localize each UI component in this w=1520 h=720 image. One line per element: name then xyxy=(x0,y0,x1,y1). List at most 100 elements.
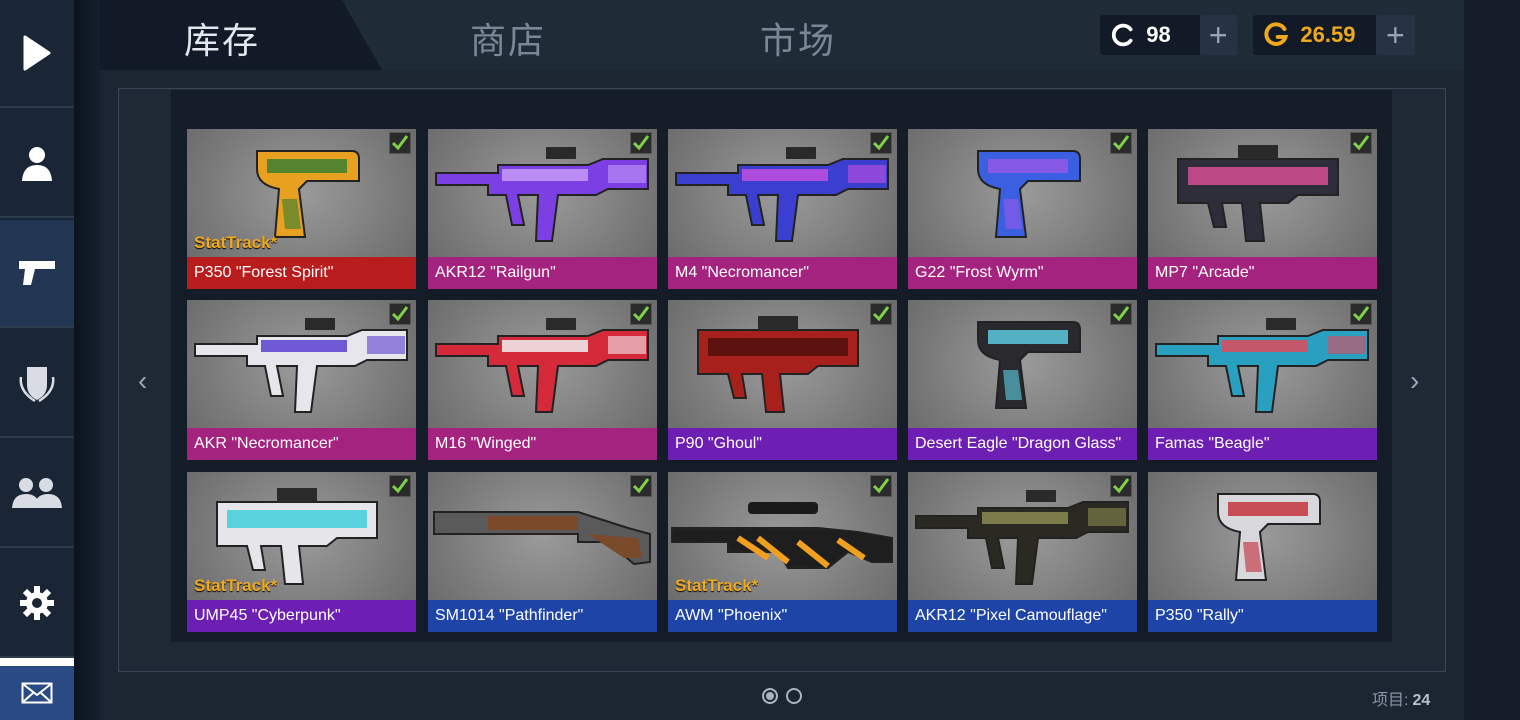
sidebar-item-play[interactable] xyxy=(0,0,74,108)
gold-counter: 26.59 + xyxy=(1253,15,1415,55)
item-name: AKR "Necromancer" xyxy=(187,428,416,460)
mail-indicator xyxy=(0,658,74,666)
weapon-image xyxy=(1155,318,1369,413)
weapon-image xyxy=(433,511,651,566)
equipped-checkbox[interactable] xyxy=(1350,303,1372,325)
equipped-checkbox[interactable] xyxy=(389,475,411,497)
page-dot-1[interactable] xyxy=(762,688,778,704)
equipped-checkbox[interactable] xyxy=(630,475,652,497)
next-page-arrow[interactable]: › xyxy=(1410,365,1419,397)
checkmark-icon xyxy=(1112,135,1130,151)
checkmark-icon xyxy=(1352,306,1370,322)
credits-counter: 98 + xyxy=(1100,15,1237,55)
item-count-label: 项目: xyxy=(1372,692,1409,709)
item-name: Desert Eagle "Dragon Glass" xyxy=(908,428,1137,460)
item-card[interactable]: StatTrack* UMP45 "Cyberpunk" xyxy=(187,472,416,632)
item-count-value: 24 xyxy=(1412,692,1431,709)
checkmark-icon xyxy=(391,306,409,322)
weapon-image xyxy=(1217,493,1321,581)
equipped-checkbox[interactable] xyxy=(1350,132,1372,154)
item-card[interactable]: AKR12 "Railgun" xyxy=(428,129,657,289)
equipped-checkbox[interactable] xyxy=(870,475,892,497)
item-name: P350 "Forest Spirit" xyxy=(187,257,416,289)
item-name: M16 "Winged" xyxy=(428,428,657,460)
checkmark-icon xyxy=(391,135,409,151)
friends-icon xyxy=(12,478,62,508)
sidebar-item-mail[interactable] xyxy=(0,666,74,720)
weapon-image xyxy=(697,316,859,413)
checkmark-icon xyxy=(391,478,409,494)
item-card[interactable]: MP7 "Arcade" xyxy=(1148,129,1377,289)
checkmark-icon xyxy=(872,306,890,322)
page-indicator xyxy=(762,688,802,704)
add-credits-button[interactable]: + xyxy=(1199,15,1237,55)
sidebar-item-friends[interactable] xyxy=(0,440,74,548)
sidebar-shadow xyxy=(74,0,102,720)
sidebar-item-inventory[interactable] xyxy=(0,220,74,328)
shield-icon xyxy=(19,367,55,403)
weapon-image xyxy=(915,490,1129,585)
equipped-checkbox[interactable] xyxy=(1110,475,1132,497)
item-card[interactable]: SM1014 "Pathfinder" xyxy=(428,472,657,632)
checkmark-icon xyxy=(1112,306,1130,322)
item-card[interactable]: StatTrack* AWM "Phoenix" xyxy=(668,472,897,632)
equipped-checkbox[interactable] xyxy=(630,303,652,325)
equipped-checkbox[interactable] xyxy=(389,132,411,154)
g-coin-icon xyxy=(1264,22,1289,46)
item-card[interactable]: AKR12 "Pixel Camouflage" xyxy=(908,472,1137,632)
item-card[interactable]: Famas "Beagle" xyxy=(1148,300,1377,460)
weapon-image xyxy=(435,147,649,242)
checkmark-icon xyxy=(1112,478,1130,494)
credits-value: 98 xyxy=(1146,22,1171,47)
weapon-image xyxy=(977,321,1081,409)
equipped-checkbox[interactable] xyxy=(1110,303,1132,325)
pistol-icon xyxy=(19,261,55,285)
item-card[interactable]: P350 "Rally" xyxy=(1148,472,1377,632)
item-card[interactable]: G22 "Frost Wyrm" xyxy=(908,129,1137,289)
checkmark-icon xyxy=(632,478,650,494)
item-name: AKR12 "Pixel Camouflage" xyxy=(908,600,1137,632)
tab-store[interactable]: 商店 xyxy=(470,12,546,64)
add-gold-button[interactable]: + xyxy=(1375,15,1415,55)
equipped-checkbox[interactable] xyxy=(870,132,892,154)
equipped-checkbox[interactable] xyxy=(630,132,652,154)
checkmark-icon xyxy=(872,478,890,494)
weapon-image xyxy=(1177,145,1339,242)
weapon-image xyxy=(194,318,408,413)
stattrack-label: StatTrack* xyxy=(194,233,278,252)
sidebar-item-profile[interactable] xyxy=(0,110,74,218)
item-name: P350 "Rally" xyxy=(1148,600,1377,632)
item-name: M4 "Necromancer" xyxy=(668,257,897,289)
item-card[interactable]: AKR "Necromancer" xyxy=(187,300,416,460)
item-card[interactable]: Desert Eagle "Dragon Glass" xyxy=(908,300,1137,460)
prev-page-arrow[interactable]: ‹ xyxy=(138,365,147,397)
item-card[interactable]: M4 "Necromancer" xyxy=(668,129,897,289)
sidebar xyxy=(0,0,74,720)
item-name: G22 "Frost Wyrm" xyxy=(908,257,1137,289)
item-count: 项目: 24 xyxy=(1372,686,1430,710)
item-card[interactable]: P90 "Ghoul" xyxy=(668,300,897,460)
equipped-checkbox[interactable] xyxy=(1110,132,1132,154)
tab-market[interactable]: 市场 xyxy=(760,12,836,64)
item-card[interactable]: M16 "Winged" xyxy=(428,300,657,460)
sidebar-item-settings[interactable] xyxy=(0,550,74,658)
checkmark-icon xyxy=(872,135,890,151)
equipped-checkbox[interactable] xyxy=(870,303,892,325)
item-name: P90 "Ghoul" xyxy=(668,428,897,460)
item-name: AKR12 "Railgun" xyxy=(428,257,657,289)
item-name: UMP45 "Cyberpunk" xyxy=(187,600,416,632)
play-icon xyxy=(23,35,51,71)
weapon-image xyxy=(675,147,889,242)
weapon-image xyxy=(435,318,649,413)
gold-value: 26.59 xyxy=(1300,22,1356,47)
item-card[interactable]: StatTrack* P350 "Forest Spirit" xyxy=(187,129,416,289)
tab-inventory[interactable]: 库存 xyxy=(184,12,260,64)
stattrack-label: StatTrack* xyxy=(675,576,759,595)
sidebar-item-clan[interactable] xyxy=(0,330,74,438)
item-name: SM1014 "Pathfinder" xyxy=(428,600,657,632)
page-dot-2[interactable] xyxy=(786,688,802,704)
item-name: AWM "Phoenix" xyxy=(668,600,897,632)
c-coin-icon xyxy=(1111,23,1133,47)
equipped-checkbox[interactable] xyxy=(389,303,411,325)
gear-icon xyxy=(20,586,54,620)
